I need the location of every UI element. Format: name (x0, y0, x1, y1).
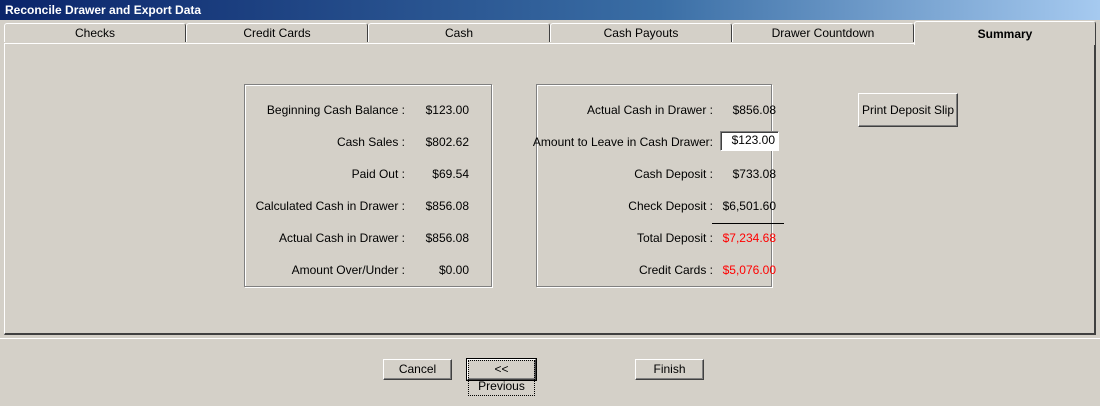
total-deposit-value: $7,234.68 (722, 231, 776, 245)
tab-drawer-countdown[interactable]: Drawer Countdown (732, 23, 914, 42)
actual-cash-in-drawer-label: Actual Cash in Drawer : (586, 103, 713, 117)
cash-deposit-value: $733.08 (732, 167, 776, 181)
tab-credit-cards[interactable]: Credit Cards (186, 23, 368, 42)
credit-cards-label: Credit Cards : (638, 263, 713, 277)
print-deposit-slip-label: Print Deposit Slip (861, 103, 955, 117)
beginning-cash-balance-value: $123.00 (425, 103, 469, 117)
previous-button[interactable]: << Previous (466, 358, 537, 396)
tab-cash-payouts[interactable]: Cash Payouts (550, 23, 732, 42)
amount-over-under-value: $0.00 (438, 263, 469, 277)
finish-button[interactable]: Finish (635, 359, 704, 380)
cancel-button[interactable]: Cancel (383, 359, 452, 380)
amount-to-leave-input[interactable]: $123.00 (720, 131, 779, 151)
tab-label: Cash Payouts (603, 26, 679, 40)
window-title-bar: Reconcile Drawer and Export Data (0, 0, 1100, 20)
tab-checks[interactable]: Checks (4, 23, 186, 42)
tab-label: Drawer Countdown (771, 26, 875, 40)
window-title: Reconcile Drawer and Export Data (5, 3, 202, 17)
tab-label: Credit Cards (243, 26, 311, 40)
beginning-cash-balance-label: Beginning Cash Balance : (266, 103, 405, 117)
tab-label: Checks (74, 26, 115, 40)
tab-label: Summary (977, 27, 1033, 41)
cash-deposit-label: Cash Deposit : (634, 167, 713, 181)
total-deposit-label: Total Deposit : (636, 231, 713, 245)
calculated-cash-value: $856.08 (425, 199, 469, 213)
cancel-button-label: Cancel (398, 362, 437, 376)
deposit-summary-group: Actual Cash in Drawer : $856.08 Amount t… (532, 84, 784, 287)
amount-over-under-label: Amount Over/Under : (291, 263, 405, 277)
actual-cash-label: Actual Cash in Drawer : (278, 231, 405, 245)
cash-sales-value: $802.62 (425, 135, 469, 149)
amount-to-leave-label: Amount to Leave in Cash Drawer: (532, 135, 713, 149)
actual-cash-value: $856.08 (425, 231, 469, 245)
finish-button-label: Finish (653, 362, 686, 376)
print-deposit-slip-button[interactable]: Print Deposit Slip (858, 93, 958, 127)
previous-button-label: << Previous (468, 360, 535, 396)
cash-sales-label: Cash Sales : (336, 135, 405, 149)
actual-cash-in-drawer-value: $856.08 (732, 103, 776, 117)
total-separator-line (712, 223, 784, 224)
tab-summary[interactable]: Summary (914, 21, 1096, 45)
credit-cards-value: $5,076.00 (722, 263, 776, 277)
check-deposit-value: $6,501.60 (722, 199, 776, 213)
check-deposit-label: Check Deposit : (628, 199, 713, 213)
tab-cash[interactable]: Cash (368, 23, 550, 42)
footer-divider (0, 338, 1100, 339)
summary-panel: Beginning Cash Balance : $123.00 Cash Sa… (4, 43, 1096, 335)
tab-label: Cash (444, 26, 473, 40)
cash-summary-group: Beginning Cash Balance : $123.00 Cash Sa… (244, 84, 492, 287)
paid-out-value: $69.54 (432, 167, 469, 181)
paid-out-label: Paid Out : (351, 167, 405, 181)
calculated-cash-label: Calculated Cash in Drawer : (255, 199, 405, 213)
